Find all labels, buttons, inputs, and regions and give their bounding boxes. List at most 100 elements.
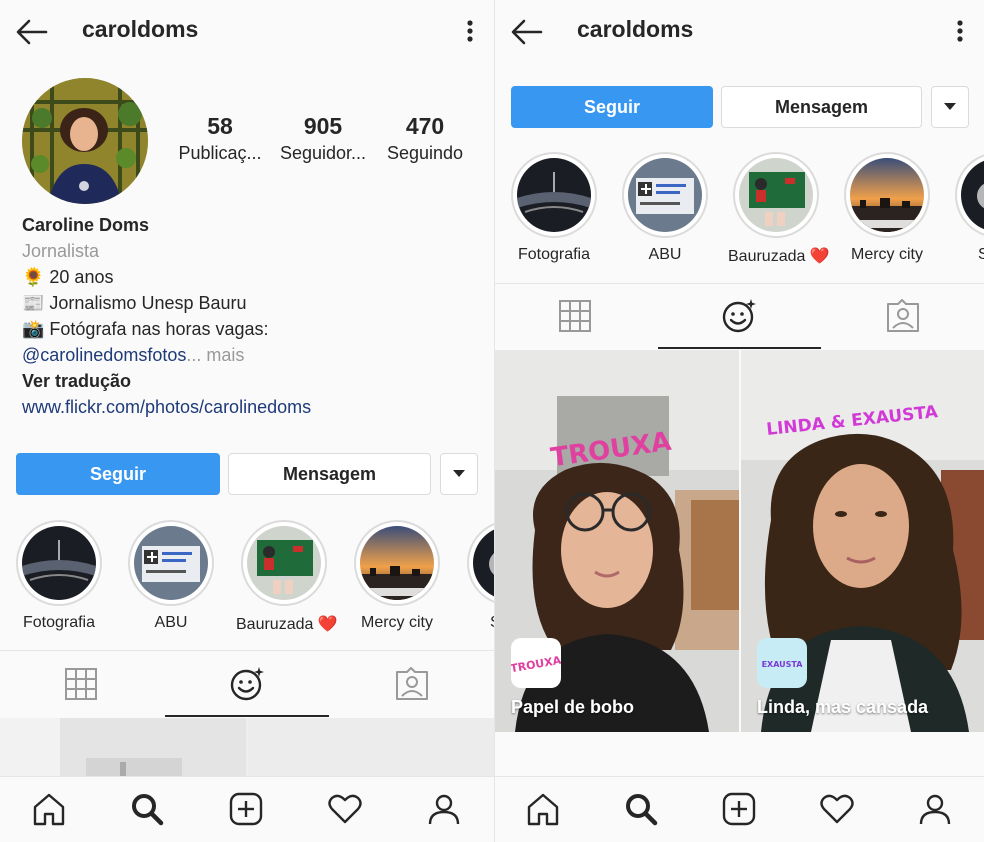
highlight-bauruzada[interactable]: Bauruzada ❤️ — [236, 520, 338, 634]
tabs-divider — [495, 283, 984, 284]
highlight-label: Mercy city — [361, 614, 433, 631]
tagged-icon[interactable] — [394, 666, 430, 702]
effect-icon-text: EXAUSTA — [762, 660, 804, 669]
active-tab-indicator — [658, 347, 821, 349]
highlight-fotografia[interactable]: Fotografia — [506, 152, 602, 264]
posts-count-stat[interactable]: 58 Publicaç... — [170, 112, 270, 166]
bio-line-handle: @carolinedomsfotos... mais — [22, 342, 244, 368]
effects-face-icon[interactable] — [721, 298, 757, 334]
highlight-abu[interactable]: ABU — [617, 152, 713, 264]
suggestions-dropdown-button[interactable] — [931, 86, 969, 128]
highlight-ring — [955, 152, 984, 238]
stat-value: 905 — [303, 113, 343, 139]
stat-label: Publicaç... — [178, 143, 262, 163]
add-post-icon[interactable] — [228, 791, 264, 827]
highlight-label: Show — [950, 246, 984, 264]
highlight-fotografia[interactable]: Fotografia — [11, 520, 107, 632]
profile-screen-left: caroldoms 58 Publicaç... 905 Seguidor... — [0, 0, 494, 842]
followers-count-stat[interactable]: 905 Seguidor... — [273, 112, 373, 166]
bio-line-education: 📰 Jornalismo Unesp Bauru — [22, 293, 247, 313]
tagged-icon[interactable] — [885, 298, 921, 334]
message-button[interactable]: Mensagem — [721, 86, 922, 128]
activity-heart-icon[interactable] — [819, 791, 855, 827]
highlight-mercy-city[interactable]: Mercy city — [349, 520, 445, 632]
profile-full-name: Caroline Doms — [22, 215, 150, 235]
message-button[interactable]: Mensagem — [228, 453, 431, 495]
follow-button[interactable]: Seguir — [511, 86, 713, 128]
active-tab-indicator — [165, 715, 329, 717]
profile-icon[interactable] — [426, 791, 462, 827]
effect-tile-linda-mas-cansada[interactable]: LINDA & EXAUSTA EXAUSTA Linda, mas cansa… — [741, 350, 984, 732]
profile-category: Jornalista — [22, 241, 100, 261]
back-arrow-icon[interactable] — [14, 14, 50, 50]
bio-handle-link[interactable]: @carolinedomsfotos — [22, 345, 186, 365]
bottom-nav-bar — [495, 776, 984, 842]
highlight-label: Fotografia — [517, 246, 591, 263]
highlight-label: Fotografia — [22, 614, 96, 631]
highlight-ring — [844, 152, 930, 238]
activity-heart-icon[interactable] — [327, 791, 363, 827]
profile-username: caroldoms — [82, 16, 199, 42]
highlight-label: ABU — [648, 246, 682, 263]
effect-tile-papel-de-bobo[interactable]: TROUXA TROUXA Papel de bobo — [495, 350, 739, 732]
highlight-cover-image — [247, 526, 321, 600]
highlight-cover-image — [517, 158, 591, 232]
profile-screen-right: caroldoms Seguir Mensagem Fotografia ABU… — [494, 0, 984, 842]
highlight-ring — [622, 152, 708, 238]
more-options-icon[interactable] — [460, 16, 480, 46]
highlight-show[interactable]: Show — [950, 152, 984, 264]
highlight-show[interactable]: Show — [462, 520, 494, 632]
stat-label: Seguindo — [386, 143, 464, 163]
search-icon[interactable] — [129, 791, 165, 827]
follow-button[interactable]: Seguir — [16, 453, 220, 495]
stat-value: 58 — [207, 113, 233, 139]
more-options-icon[interactable] — [950, 16, 970, 46]
suggestions-dropdown-button[interactable] — [440, 453, 478, 495]
profile-username: caroldoms — [577, 16, 694, 42]
highlight-cover-image — [739, 158, 813, 232]
highlight-cover-image — [22, 526, 96, 600]
tabs-divider — [0, 650, 494, 651]
highlight-ring — [733, 152, 819, 238]
bottom-nav-bar — [0, 776, 494, 842]
highlight-ring — [241, 520, 327, 606]
bio-more-link[interactable]: ... mais — [186, 345, 244, 365]
highlight-label: Bauruzada ❤️ — [728, 248, 830, 265]
highlight-abu[interactable]: ABU — [123, 520, 219, 632]
effect-name: Linda, mas cansada — [757, 697, 929, 717]
effects-face-icon[interactable] — [229, 666, 265, 702]
highlight-ring — [467, 520, 494, 606]
highlight-bauruzada[interactable]: Bauruzada ❤️ — [728, 152, 830, 266]
highlight-cover-image — [360, 526, 434, 600]
highlight-label: Bauruzada ❤️ — [236, 616, 338, 633]
effect-thumbnail-icon: EXAUSTA — [757, 638, 807, 688]
search-icon[interactable] — [623, 791, 659, 827]
profile-avatar[interactable] — [22, 78, 148, 204]
back-arrow-icon[interactable] — [509, 14, 545, 50]
grid-icon[interactable] — [557, 298, 593, 334]
highlight-cover-image — [850, 158, 924, 232]
highlight-label: Mercy city — [851, 246, 923, 263]
home-icon[interactable] — [31, 791, 67, 827]
grid-icon[interactable] — [63, 666, 99, 702]
highlight-ring — [354, 520, 440, 606]
highlight-ring — [16, 520, 102, 606]
highlight-label: Show — [462, 614, 494, 632]
highlight-ring — [511, 152, 597, 238]
bio-line-age: 🌻 20 anos — [22, 267, 114, 287]
top-bar: caroldoms — [0, 0, 494, 64]
see-translation-link[interactable]: Ver tradução — [22, 368, 131, 394]
add-post-icon[interactable] — [721, 791, 757, 827]
profile-icon[interactable] — [917, 791, 953, 827]
effect-name: Papel de bobo — [511, 697, 635, 717]
highlight-cover-image — [473, 526, 494, 600]
effect-grid-preview — [0, 718, 494, 778]
website-link[interactable]: www.flickr.com/photos/carolinedoms — [22, 394, 311, 420]
highlight-mercy-city[interactable]: Mercy city — [839, 152, 935, 264]
highlight-cover-image — [134, 526, 208, 600]
caret-down-icon — [944, 103, 956, 110]
effect-thumbnail-icon: TROUXA — [511, 638, 561, 688]
home-icon[interactable] — [525, 791, 561, 827]
following-count-stat[interactable]: 470 Seguindo — [375, 112, 475, 166]
caret-down-icon — [453, 470, 465, 477]
